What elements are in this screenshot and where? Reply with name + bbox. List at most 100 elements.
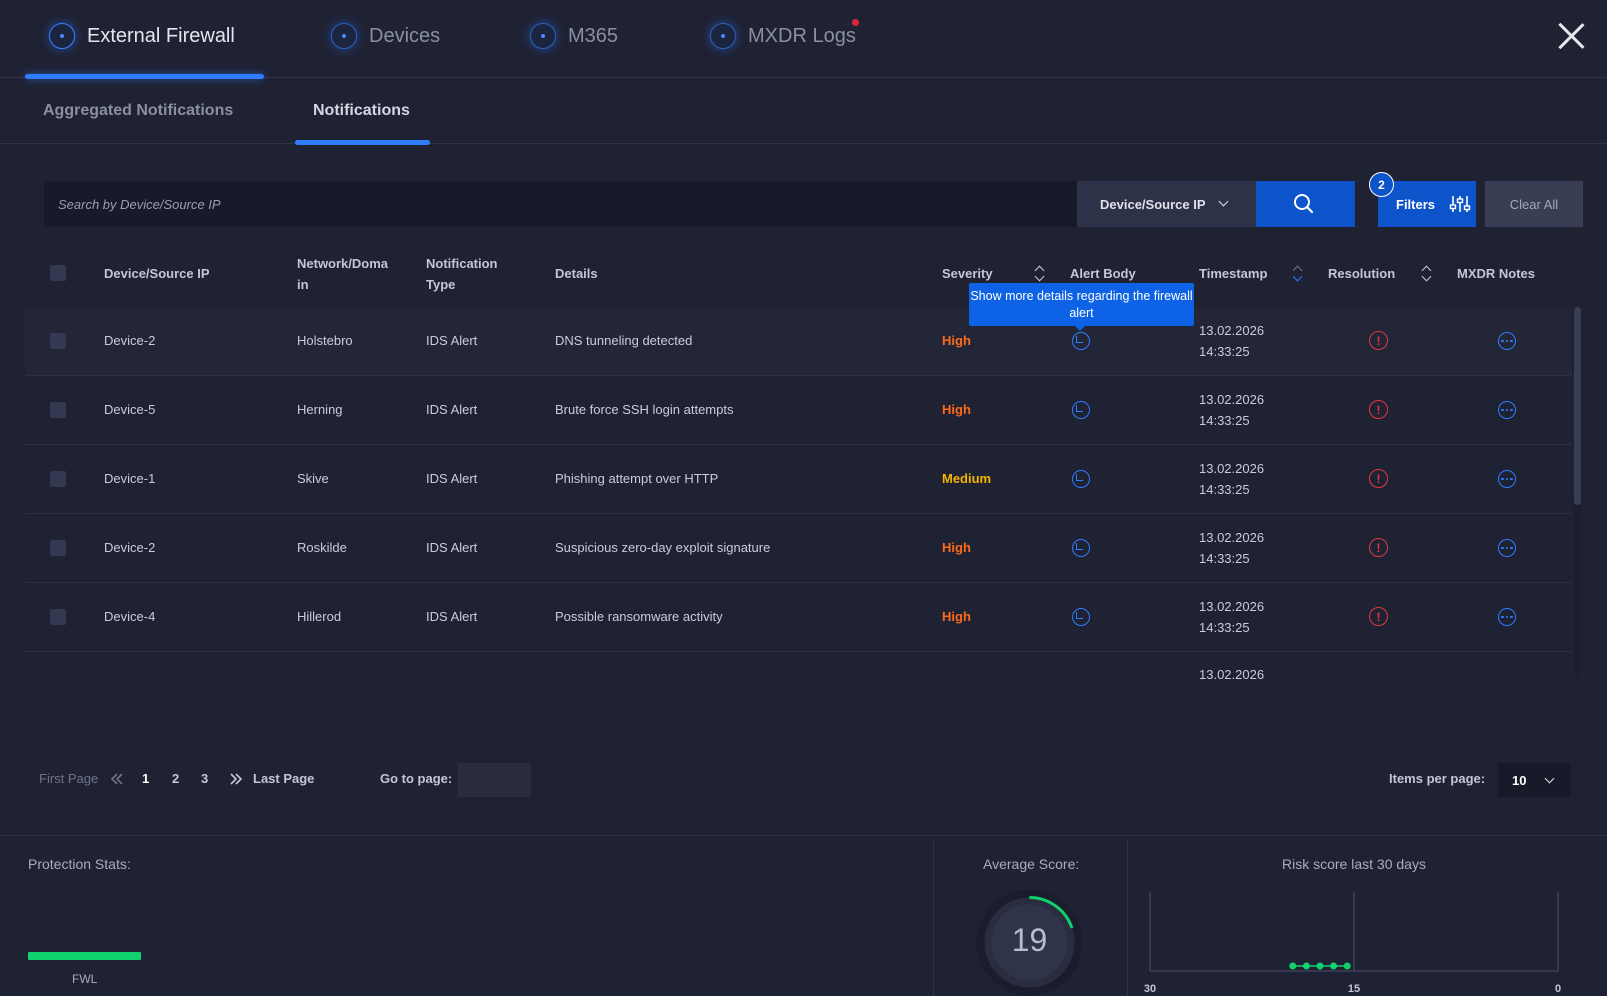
tab-label: External Firewall	[87, 24, 235, 47]
page-link-2[interactable]: 2	[172, 771, 179, 786]
mxdr-notes-icon[interactable]	[1498, 470, 1516, 488]
alert-body-icon[interactable]	[1072, 539, 1090, 557]
chart-x-tick-label: 0	[1555, 983, 1561, 995]
device-cell: Device-2	[104, 333, 156, 348]
mxdr-notes-icon[interactable]	[1498, 539, 1516, 557]
network-cell: Skive	[297, 471, 329, 486]
row-checkbox[interactable]	[50, 402, 66, 418]
footer-divider	[1127, 841, 1128, 996]
chevron-down-icon	[1218, 196, 1229, 207]
notification-type-cell: IDS Alert	[426, 471, 478, 486]
double-chevron-left-icon[interactable]	[110, 772, 124, 786]
col-header-type: Notification Type	[426, 256, 498, 292]
tab-m365[interactable]: M365	[530, 18, 618, 54]
mxdr-notes-icon[interactable]	[1498, 401, 1516, 419]
last-page-link[interactable]: Last Page	[253, 771, 314, 786]
notification-type-cell: IDS Alert	[426, 540, 478, 555]
col-header-network: Network/Doma in	[297, 256, 389, 292]
resolution-alert-icon[interactable]: !	[1369, 538, 1388, 557]
footer-divider	[933, 841, 934, 996]
row-checkbox[interactable]	[50, 471, 66, 487]
notification-type-cell: IDS Alert	[426, 609, 478, 624]
table-row[interactable]	[25, 514, 1572, 583]
close-icon[interactable]	[1557, 22, 1585, 50]
page-link-3[interactable]: 3	[201, 771, 208, 786]
goto-page-input[interactable]	[458, 763, 531, 797]
sort-timestamp-icon[interactable]	[1291, 264, 1303, 282]
search-button[interactable]	[1256, 181, 1355, 227]
alert-body-icon[interactable]	[1072, 470, 1090, 488]
first-page-link[interactable]: First Page	[39, 771, 98, 786]
table-row[interactable]	[25, 307, 1572, 376]
row-checkbox[interactable]	[50, 609, 66, 625]
clear-all-button[interactable]: Clear All	[1485, 181, 1583, 227]
alert-body-icon[interactable]	[1072, 401, 1090, 419]
items-per-page-select[interactable]: 10	[1498, 763, 1571, 797]
double-chevron-right-icon[interactable]	[229, 772, 243, 786]
severity-badge: High	[942, 540, 971, 555]
filters-count-badge: 2	[1369, 172, 1394, 197]
resolution-alert-icon[interactable]: !	[1369, 400, 1388, 419]
timestamp-date-partial: 13.02.2026	[1199, 667, 1265, 682]
table-row[interactable]	[25, 583, 1572, 652]
timestamp-time: 14:33:25	[1199, 413, 1250, 428]
network-cell: Holstebro	[297, 333, 353, 348]
items-per-page-label: Items per page:	[1389, 771, 1486, 786]
tab-notifications[interactable]: Notifications	[313, 102, 410, 120]
mxdr-notes-icon[interactable]	[1498, 608, 1516, 626]
device-cell: Device-4	[104, 609, 156, 624]
risk-data-point	[1316, 962, 1324, 970]
tab-external-firewall[interactable]: External Firewall	[49, 18, 235, 54]
severity-badge: High	[942, 609, 971, 624]
tab-status-icon	[49, 23, 75, 49]
col-header-alert-body: Alert Body	[1070, 266, 1136, 281]
tab-mxdr-logs[interactable]: MXDR Logs	[710, 18, 856, 54]
timestamp-time: 14:33:25	[1199, 620, 1250, 635]
tab-status-icon	[530, 23, 556, 49]
device-cell: Device-2	[104, 540, 156, 555]
severity-badge: Medium	[942, 471, 992, 486]
col-header-timestamp: Timestamp	[1199, 266, 1268, 281]
details-cell: Suspicious zero-day exploit signature	[555, 540, 771, 555]
sort-severity-icon[interactable]	[1033, 264, 1045, 282]
table-scrollbar-thumb[interactable]	[1574, 307, 1581, 505]
severity-badge: High	[942, 333, 971, 348]
active-subtab-indicator	[295, 140, 430, 145]
search-input[interactable]	[44, 181, 1077, 227]
fwl-label: FWL	[72, 972, 98, 986]
timestamp-time: 14:33:25	[1199, 344, 1250, 359]
device-cell: Device-5	[104, 402, 156, 417]
search-field-select[interactable]: Device/Source IP	[1077, 181, 1256, 227]
fwl-protection-bar	[28, 952, 141, 960]
timestamp-date: 13.02.2026	[1199, 530, 1265, 545]
chart-x-tick-label: 30	[1144, 983, 1156, 995]
alert-body-icon[interactable]	[1072, 608, 1090, 626]
device-cell: Device-1	[104, 471, 156, 486]
resolution-alert-icon[interactable]: !	[1369, 607, 1388, 626]
tab-devices[interactable]: Devices	[331, 18, 440, 54]
page-link-1[interactable]: 1	[142, 771, 149, 786]
sort-resolution-icon[interactable]	[1420, 264, 1432, 282]
table-row[interactable]	[25, 376, 1572, 445]
network-cell: Roskilde	[297, 540, 347, 555]
search-icon	[1294, 194, 1314, 214]
protection-stats-title: Protection Stats:	[28, 856, 131, 872]
mxdr-notes-icon[interactable]	[1498, 332, 1516, 350]
details-cell: Phishing attempt over HTTP	[555, 471, 719, 486]
alert-body-icon[interactable]	[1072, 332, 1090, 350]
sliders-icon	[1449, 196, 1471, 212]
timestamp-date: 13.02.2026	[1199, 461, 1265, 476]
row-checkbox[interactable]	[50, 540, 66, 556]
goto-page-label: Go to page:	[380, 771, 453, 786]
severity-badge: High	[942, 402, 971, 417]
row-checkbox[interactable]	[50, 333, 66, 349]
resolution-alert-icon[interactable]: !	[1369, 469, 1388, 488]
resolution-alert-icon[interactable]: !	[1369, 331, 1388, 350]
tab-status-icon	[331, 23, 357, 49]
risk-score-chart: 30 15 0	[1144, 892, 1561, 995]
chart-x-tick-label: 15	[1348, 983, 1360, 995]
tab-aggregated-notifications[interactable]: Aggregated Notifications	[43, 102, 233, 120]
table-row[interactable]	[25, 445, 1572, 514]
select-all-checkbox[interactable]	[50, 265, 66, 281]
tab-label: Devices	[369, 24, 441, 47]
